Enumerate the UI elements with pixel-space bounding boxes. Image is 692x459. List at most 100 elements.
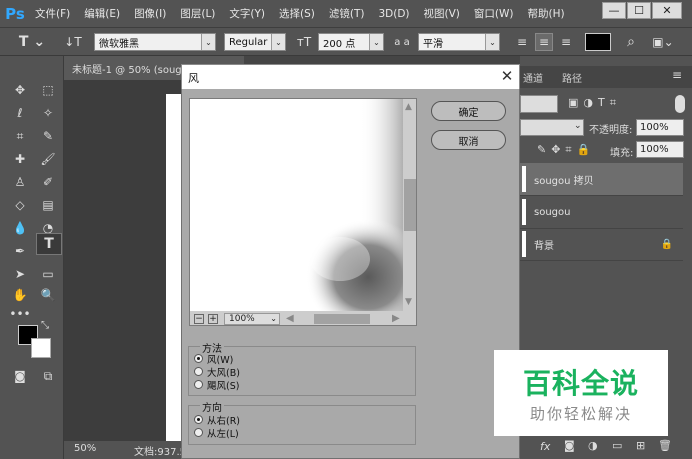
- scroll-left-icon[interactable]: ◀: [286, 313, 294, 324]
- direction-option-right[interactable]: 从右(R): [194, 413, 240, 427]
- mask-icon[interactable]: ◙: [564, 439, 575, 452]
- font-family-select[interactable]: 微软雅黑 ⌄: [94, 33, 216, 51]
- menu-edit[interactable]: 编辑(E): [77, 6, 127, 21]
- scroll-down-icon[interactable]: ▼: [405, 297, 412, 307]
- tab-channels[interactable]: 通道: [523, 70, 543, 85]
- history-brush-icon[interactable]: ✐: [36, 172, 60, 192]
- panel-menu-icon[interactable]: ≡: [672, 68, 682, 82]
- trash-icon[interactable]: 🗑: [658, 439, 672, 452]
- menu-layer[interactable]: 图层(L): [173, 6, 222, 21]
- stamp-tool-icon[interactable]: ♙: [8, 172, 32, 192]
- lasso-tool-icon[interactable]: ℓ: [8, 103, 32, 123]
- menu-file[interactable]: 文件(F): [28, 6, 77, 21]
- scrollbar-thumb[interactable]: [404, 179, 416, 231]
- adjustment-icon[interactable]: ◑: [588, 439, 598, 452]
- method-option-label: 风(W): [207, 354, 234, 366]
- cancel-button[interactable]: 取消: [431, 130, 506, 150]
- method-option-blast[interactable]: 大风(B): [194, 365, 240, 379]
- layer-row-sougou[interactable]: sougou: [520, 196, 683, 229]
- gradient-tool-icon[interactable]: ▤: [36, 195, 60, 215]
- scroll-up-icon[interactable]: ▲: [405, 102, 412, 112]
- direction-option-left[interactable]: 从左(L): [194, 426, 239, 440]
- text-color-swatch[interactable]: [585, 33, 611, 51]
- chevron-down-icon: ⌄: [270, 314, 277, 323]
- preview-hbar: − + 100% ⌄ ◀ ▶: [190, 311, 416, 325]
- zoom-out-icon[interactable]: −: [194, 314, 204, 324]
- close-icon[interactable]: ✕: [496, 66, 518, 86]
- blur-tool-icon[interactable]: 💧: [8, 218, 32, 238]
- menu-image[interactable]: 图像(I): [127, 6, 173, 21]
- chevron-down-icon: ⌄: [485, 34, 499, 50]
- layer-row-sougou-copy[interactable]: sougou 拷贝: [520, 163, 683, 196]
- filter-preview[interactable]: ▲ ▼ − + 100% ⌄ ◀ ▶: [189, 98, 417, 326]
- eyedropper-icon[interactable]: ✎: [36, 126, 60, 146]
- minimize-icon[interactable]: —: [602, 2, 626, 19]
- type-tool-icon[interactable]: T ⌄: [18, 33, 46, 51]
- background-color-swatch[interactable]: [31, 338, 51, 358]
- close-window-icon[interactable]: ✕: [652, 2, 682, 19]
- radio-selected-icon[interactable]: [194, 415, 203, 424]
- eraser-tool-icon[interactable]: ◇: [8, 195, 32, 215]
- fx-button[interactable]: fx: [540, 440, 550, 453]
- menu-view[interactable]: 视图(V): [417, 6, 467, 21]
- radio-selected-icon[interactable]: [194, 354, 203, 363]
- quick-mask-icon[interactable]: ◙: [8, 366, 32, 386]
- marquee-tool-icon[interactable]: ⬚: [36, 80, 60, 100]
- lock-icons[interactable]: ✎✥⌗🔒: [537, 143, 595, 157]
- radio-icon[interactable]: [194, 367, 203, 376]
- menu-help[interactable]: 帮助(H): [521, 6, 572, 21]
- chevron-down-icon: ⌄: [271, 34, 285, 50]
- chevron-down-icon: ⌄: [369, 34, 383, 50]
- radio-icon[interactable]: [194, 380, 203, 389]
- filter-toggle[interactable]: [675, 95, 685, 113]
- type-tool-icon[interactable]: T: [36, 233, 62, 255]
- crop-tool-icon[interactable]: ⌗: [8, 126, 32, 146]
- ok-button[interactable]: 确定: [431, 101, 506, 121]
- preview-vscrollbar[interactable]: ▲ ▼: [403, 99, 416, 311]
- swap-colors-icon[interactable]: ⤡: [38, 318, 52, 332]
- menu-3d[interactable]: 3D(D): [371, 8, 416, 20]
- folder-icon[interactable]: ▭: [612, 439, 622, 452]
- menu-select[interactable]: 选择(S): [272, 6, 322, 21]
- scroll-right-icon[interactable]: ▶: [392, 313, 400, 324]
- menu-type[interactable]: 文字(Y): [222, 6, 272, 21]
- workspace-icon[interactable]: ▣⌄: [650, 33, 676, 51]
- font-style-select[interactable]: Regular ⌄: [224, 33, 286, 51]
- layer-filter-select[interactable]: [520, 95, 558, 113]
- align-left-icon[interactable]: ≡: [514, 33, 530, 51]
- align-center-icon[interactable]: ≡: [535, 33, 553, 51]
- more-tools-icon[interactable]: •••: [8, 304, 32, 324]
- method-option-wind[interactable]: 风(W): [194, 352, 234, 366]
- menu-filter[interactable]: 滤镜(T): [322, 6, 372, 21]
- layer-filter-icons[interactable]: ▣◑T⌗: [568, 96, 621, 110]
- rectangle-tool-icon[interactable]: ▭: [36, 264, 60, 284]
- maximize-icon[interactable]: ☐: [627, 2, 651, 19]
- screen-mode-icon[interactable]: ⧉: [36, 366, 60, 386]
- healing-brush-icon[interactable]: ✚: [8, 149, 32, 169]
- magic-wand-icon[interactable]: ✧: [36, 103, 60, 123]
- font-size-select[interactable]: 200 点 ⌄: [318, 33, 384, 51]
- radio-icon[interactable]: [194, 428, 203, 437]
- brush-tool-icon[interactable]: 🖌: [36, 149, 60, 169]
- path-select-icon[interactable]: ➤: [8, 264, 32, 284]
- font-family-value: 微软雅黑: [99, 38, 139, 50]
- hscrollbar-thumb[interactable]: [314, 314, 370, 324]
- status-zoom[interactable]: 50%: [74, 443, 96, 454]
- text-orientation-icon[interactable]: ↓T: [64, 33, 82, 51]
- layer-row-background[interactable]: 背景 🔒: [520, 228, 683, 261]
- pen-tool-icon[interactable]: ✒: [8, 241, 32, 261]
- preview-zoom-select[interactable]: 100% ⌄: [224, 313, 280, 325]
- zoom-tool-icon[interactable]: 🔍: [36, 285, 60, 305]
- method-option-stagger[interactable]: 飓风(S): [194, 378, 239, 392]
- menu-window[interactable]: 窗口(W): [467, 6, 521, 21]
- new-layer-icon[interactable]: ⊞: [636, 439, 645, 452]
- zoom-in-icon[interactable]: +: [208, 314, 218, 324]
- opacity-field[interactable]: 100%: [636, 119, 684, 136]
- search-icon[interactable]: ⌕: [622, 33, 640, 51]
- move-tool-icon[interactable]: ✥: [8, 80, 32, 100]
- antialias-select[interactable]: 平滑 ⌄: [418, 33, 500, 51]
- tab-paths[interactable]: 路径: [562, 70, 582, 85]
- fill-field[interactable]: 100%: [636, 141, 684, 158]
- align-right-icon[interactable]: ≡: [558, 33, 574, 51]
- hand-tool-icon[interactable]: ✋: [8, 285, 32, 305]
